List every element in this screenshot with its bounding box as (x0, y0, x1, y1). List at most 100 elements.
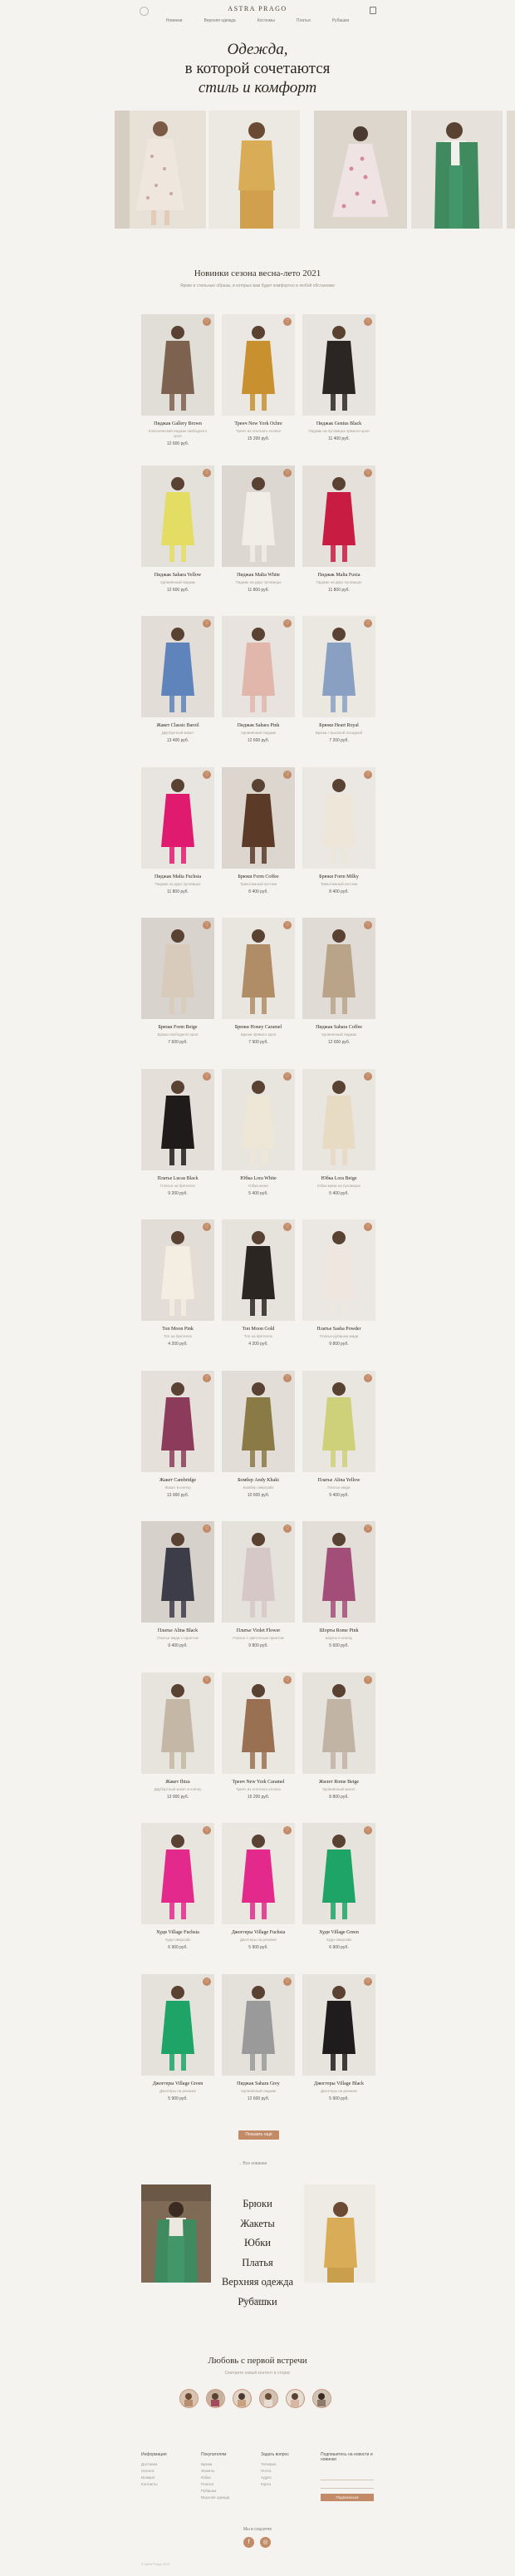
favorite-icon[interactable]: ♡ (203, 1826, 211, 1835)
story-avatar[interactable] (206, 2389, 225, 2408)
favorite-icon[interactable]: ♡ (203, 1071, 211, 1081)
product-image[interactable]: ♡ (302, 314, 375, 416)
product-name[interactable]: Пиджак Sahara Pink (222, 723, 295, 728)
category-skirts[interactable]: Юбки (208, 2234, 307, 2253)
product-card[interactable]: ♡ Джоггеры Village Fuchsia Джоггеры на рез… (222, 1823, 295, 1950)
product-name[interactable]: Пиджак Malta Fuchsia (141, 874, 214, 879)
favorite-icon[interactable]: ♡ (364, 1826, 372, 1835)
product-name[interactable]: Топ Moon Gold (222, 1327, 295, 1332)
product-card[interactable]: ♡ Пиджак Malta Fuchsia Пиджак на двух пуго… (141, 766, 214, 894)
product-image[interactable]: ♡ (222, 1521, 295, 1623)
favorite-icon[interactable]: ♡ (203, 921, 211, 929)
product-image[interactable]: ♡ (222, 1219, 295, 1321)
product-image[interactable]: ♡ (222, 314, 295, 416)
product-name[interactable]: Пиджак Genius Black (302, 421, 375, 426)
product-card[interactable]: ♡ Брюки Form Coffee Трикотажный костюм 8 40… (222, 766, 295, 894)
product-image[interactable]: ♡ (222, 766, 295, 869)
product-image[interactable]: ♡ (222, 1068, 295, 1170)
footer-link[interactable]: Возврат (141, 2475, 167, 2481)
footer-link[interactable]: Жакеты (201, 2468, 229, 2475)
nav-item-dresses[interactable]: Платья (297, 18, 311, 23)
product-name[interactable]: Юбка Lora White (222, 1176, 295, 1181)
nav-item-outerwear[interactable]: Верхняя одежда (204, 18, 235, 23)
story-avatar[interactable] (179, 2389, 199, 2408)
favorite-icon[interactable]: ♡ (283, 468, 292, 477)
favorite-icon[interactable]: ♡ (283, 1071, 292, 1081)
product-image[interactable]: ♡ (222, 1973, 295, 2076)
product-card[interactable]: ♡ Жакет Ibiza Двубортный жакет в клетку 13 … (141, 1672, 214, 1800)
subscribe-button[interactable]: Подписаться (321, 2494, 374, 2501)
product-card[interactable]: ♡ Пиджак Malta White Пиджак на двух пугови… (222, 465, 295, 593)
favorite-icon[interactable]: ♡ (283, 1223, 292, 1231)
favorite-icon[interactable]: ♡ (283, 619, 292, 628)
footer-link[interactable]: Контакты (141, 2481, 167, 2488)
product-card[interactable]: ♡ Платье Lucas Black Платье на бретелях 9 2… (141, 1068, 214, 1196)
product-card[interactable]: ♡ Жакет Classic Baroil Двубортный жакет 13 … (141, 616, 214, 743)
favorite-icon[interactable]: ♡ (283, 921, 292, 929)
product-card[interactable]: ♡ Топ Moon Gold Топ на бретелях 4 200 руб. (222, 1219, 295, 1347)
favorite-icon[interactable]: ♡ (203, 770, 211, 779)
favorite-icon[interactable]: ♡ (203, 1223, 211, 1231)
favorite-icon[interactable]: ♡ (203, 1524, 211, 1533)
product-name[interactable]: Брюки Honey Caramel (222, 1025, 295, 1030)
site-logo[interactable]: ASTRA PRAGO (228, 5, 287, 12)
favorite-icon[interactable]: ♡ (364, 1524, 372, 1533)
product-card[interactable]: ♡ Пиджак Genius Black Пиджак на пуговицах … (302, 314, 375, 441)
favorite-icon[interactable]: ♡ (364, 468, 372, 477)
product-card[interactable]: ♡ Брюки Heart Royal Брюки с высокой посадк… (302, 616, 375, 743)
product-name[interactable]: Пиджак Sahara Coffee (302, 1025, 375, 1030)
product-card[interactable]: ♡ Пиджак Sahara Coffee Удлинённый пиджак 12… (302, 918, 375, 1045)
product-image[interactable]: ♡ (302, 1973, 375, 2076)
product-image[interactable]: ♡ (302, 1370, 375, 1472)
product-card[interactable]: ♡ Брюки Form Beige Брюки свободного кроя 7 … (141, 918, 214, 1045)
product-name[interactable]: Джоггеры Village Green (141, 2081, 214, 2086)
product-name[interactable]: Юбка Lora Beige (302, 1176, 375, 1181)
favorite-icon[interactable]: ♡ (283, 318, 292, 326)
product-card[interactable]: ♡ Платье Sasha Powder Платье-рубашка миди 9… (302, 1219, 375, 1347)
subscribe-name-field[interactable] (321, 2488, 374, 2489)
product-name[interactable]: Бомбер Andy Khaki (222, 1478, 295, 1483)
product-image[interactable]: ♡ (141, 1672, 214, 1774)
favorite-icon[interactable]: ♡ (364, 921, 372, 929)
product-image[interactable]: ♡ (141, 1823, 214, 1924)
product-name[interactable]: Брюки Form Coffee (222, 874, 295, 879)
product-card[interactable]: ♡ Пиджак Gallery Brown Классический пиджак… (141, 314, 214, 446)
footer-link[interactable]: Верхняя одежда (201, 2495, 229, 2501)
product-name[interactable]: Джоггеры Village Black (302, 2081, 375, 2086)
product-card[interactable]: ♡ Юбка Lora White Юбка мини 5 400 руб. (222, 1068, 295, 1196)
favorite-icon[interactable]: ♡ (364, 1977, 372, 1986)
product-image[interactable]: ♡ (222, 1672, 295, 1774)
favorite-icon[interactable]: ♡ (283, 1675, 292, 1684)
cart-icon[interactable] (370, 7, 376, 14)
product-name[interactable]: Платье Sasha Powder (302, 1327, 375, 1332)
product-card[interactable]: ♡ Джоггеры Village Green Джоггеры на резин… (141, 1973, 214, 2101)
all-new-link[interactable]: → Все новинки (238, 2161, 267, 2166)
category-trousers[interactable]: Брюки (208, 2194, 307, 2214)
footer-link[interactable]: Адрес (261, 2475, 289, 2481)
instagram-icon[interactable]: ◎ (260, 2537, 271, 2548)
product-image[interactable]: ♡ (302, 465, 375, 567)
product-name[interactable]: Жилет Rome Beige (302, 1780, 375, 1785)
product-card[interactable]: ♡ Платье Alina Black Платье миди с принтом… (141, 1521, 214, 1648)
product-card[interactable]: ♡ Шорты Rome Pink Шорты в клетку 5 600 руб. (302, 1521, 375, 1648)
product-name[interactable]: Брюки Heart Royal (302, 723, 375, 728)
footer-link[interactable]: Платья (201, 2481, 229, 2488)
footer-link[interactable]: Юбки (201, 2475, 229, 2481)
product-name[interactable]: Платье Alina Yellow (302, 1478, 375, 1483)
product-name[interactable]: Тренч New York Caramel (222, 1780, 295, 1785)
favorite-icon[interactable]: ♡ (203, 318, 211, 326)
hero-carousel[interactable] (115, 111, 515, 229)
product-card[interactable]: ♡ Тренч New York Ochre Тренч из плотного х… (222, 314, 295, 441)
product-name[interactable]: Пиджак Malta Fuxia (302, 573, 375, 578)
footer-link[interactable]: Доставка (141, 2461, 167, 2468)
product-image[interactable]: ♡ (141, 465, 214, 567)
product-card[interactable]: ♡ Пиджак Sahara Grey Удлинённый пиджак 12 6… (222, 1973, 295, 2101)
product-card[interactable]: ♡ Пиджак Malta Fuxia Пиджак на двух пугови… (302, 465, 375, 593)
product-name[interactable]: Топ Moon Pink (141, 1327, 214, 1332)
product-image[interactable]: ♡ (141, 1219, 214, 1321)
product-image[interactable]: ♡ (302, 1219, 375, 1321)
vk-icon[interactable]: f (243, 2537, 254, 2548)
category-dresses[interactable]: Платья (208, 2253, 307, 2273)
product-name[interactable]: Брюки Form Milky (302, 874, 375, 879)
product-card[interactable]: ♡ Бомбер Andy Khaki Бомбер оверсайз 10 600 … (222, 1370, 295, 1498)
